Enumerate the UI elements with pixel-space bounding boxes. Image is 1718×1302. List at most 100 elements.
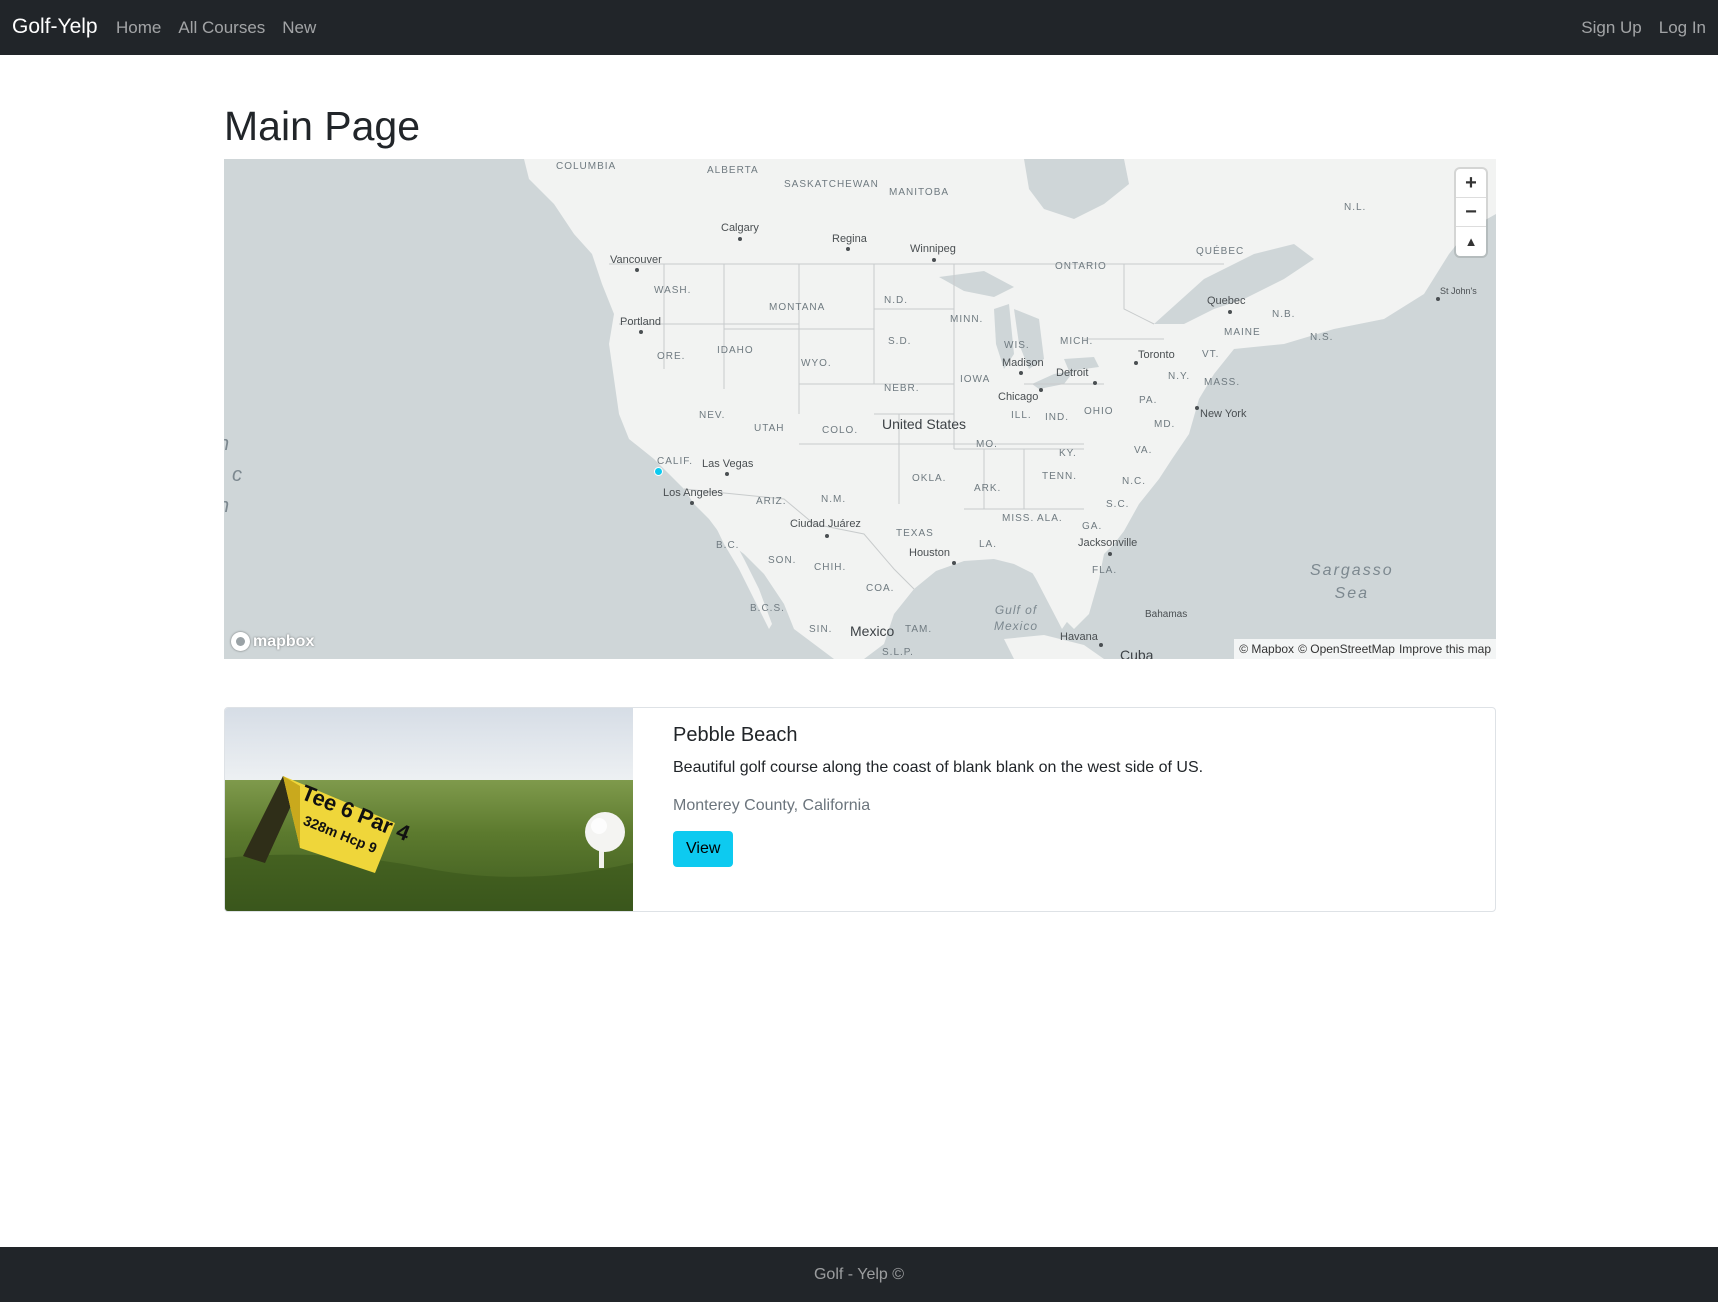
map-city-label: Las Vegas <box>702 458 754 470</box>
card-body: Pebble Beach Beautiful golf course along… <box>673 724 1475 867</box>
map-region-label: B.C. <box>716 540 740 551</box>
map-region-label: CALIF. <box>657 456 694 467</box>
map-region-label: ARK. <box>974 483 1002 494</box>
map-region-label: MISS. <box>1002 513 1035 524</box>
view-course-button[interactable]: View <box>673 831 734 867</box>
mapbox-logo[interactable]: mapbox <box>231 632 314 651</box>
map-attribution: © Mapbox © OpenStreetMap Improve this ma… <box>1234 639 1496 659</box>
course-location: Monterey County, California <box>673 797 871 814</box>
map-city-label: Los Angeles <box>663 487 723 499</box>
map-country-label: Mexico <box>850 623 895 639</box>
map-region-label: KY. <box>1059 448 1077 459</box>
map-region-label: N.M. <box>821 494 847 505</box>
city-dot <box>690 501 694 505</box>
map-region-label: MINN. <box>950 314 984 325</box>
course-image: Tee 6 Par 4 328m Hcp 9 <box>225 708 633 911</box>
map-water-label: Sargasso Sea <box>1310 562 1394 602</box>
attribution-osm-link[interactable]: © OpenStreetMap <box>1298 642 1395 656</box>
map-region-label: IOWA <box>960 374 991 385</box>
map-region-label: VT. <box>1202 349 1220 360</box>
map-region-label: MAINE <box>1224 327 1261 338</box>
map-region-label: S.D. <box>888 336 912 347</box>
map-region-label: NEBR. <box>884 383 920 394</box>
map-city-label: Chicago <box>998 391 1039 403</box>
map-region-label: ARIZ. <box>756 496 787 507</box>
map-region-label: PA. <box>1139 395 1158 406</box>
footer: Golf - Yelp © <box>0 1247 1718 1302</box>
map-city-label: New York <box>1200 408 1247 420</box>
map-city-label: Detroit <box>1056 367 1089 379</box>
map-water-label: h i c n <box>224 433 244 517</box>
map-controls: + − ▲ <box>1456 169 1486 256</box>
zoom-in-button[interactable]: + <box>1456 169 1486 198</box>
course-description: Beautiful golf course along the coast of… <box>673 759 1204 776</box>
city-dot <box>1134 361 1138 365</box>
map-region-label: WYO. <box>801 358 832 369</box>
map-region-label: COLO. <box>822 425 859 436</box>
map-region-label: N.L. <box>1344 202 1367 213</box>
map-region-label: B.C.S. <box>750 603 785 614</box>
map-region-label: SASKATCHEWAN <box>784 179 879 190</box>
map-region-label: N.Y. <box>1168 371 1191 382</box>
map-region-label: N.D. <box>884 295 908 306</box>
map-city-label: Houston <box>909 547 950 559</box>
cluster-map[interactable]: COLUMBIA ALBERTA SASKATCHEWAN MANITOBA O… <box>224 159 1496 659</box>
map-region-label: N.S. <box>1310 332 1334 343</box>
improve-map-link[interactable]: Improve this map <box>1399 642 1491 656</box>
nav-left: Home All Courses New <box>116 18 316 38</box>
map-region-label: CHIH. <box>814 562 847 573</box>
map-region-label: SON. <box>768 555 797 566</box>
map-city-label: Regina <box>832 233 867 245</box>
map-region-label: QUÉBEC <box>1196 246 1245 257</box>
city-dot <box>1228 310 1232 314</box>
city-dot <box>1093 381 1097 385</box>
map-region-label: TAM. <box>905 624 933 635</box>
map-region-label: COA. <box>866 583 895 594</box>
city-dot <box>738 237 742 241</box>
map-region-label: MANITOBA <box>889 187 950 198</box>
map-city-label: Havana <box>1060 631 1098 643</box>
course-title: Pebble Beach <box>673 724 798 746</box>
map-region-label: MICH. <box>1060 336 1094 347</box>
page-title: Main Page <box>224 103 421 149</box>
map-region-label: S.L.P. <box>882 647 914 658</box>
map-region-label: MD. <box>1154 419 1176 430</box>
map-region-label: OKLA. <box>912 473 947 484</box>
map-region-label: MO. <box>976 439 998 450</box>
city-dot <box>1436 297 1440 301</box>
map-city-label: St John's <box>1440 286 1477 296</box>
nav-home-link[interactable]: Home <box>116 18 161 38</box>
city-dot <box>952 561 956 565</box>
zoom-out-button[interactable]: − <box>1456 198 1486 227</box>
map-city-label: Jacksonville <box>1078 537 1138 549</box>
city-dot <box>1019 371 1023 375</box>
city-dot <box>635 268 639 272</box>
map-region-label: VA. <box>1134 445 1153 456</box>
map-region-label: LA. <box>979 539 998 550</box>
map-region-label: ORE. <box>657 351 686 362</box>
nav-right: Sign Up Log In <box>1581 18 1706 38</box>
course-card: Tee 6 Par 4 328m Hcp 9 Pebble Beach Beau… <box>224 707 1496 912</box>
map-city-label: Quebec <box>1207 295 1246 307</box>
map-region-label: MASS. <box>1204 377 1241 388</box>
city-dot <box>1039 388 1043 392</box>
map-region-label: ONTARIO <box>1055 261 1107 272</box>
map-region-label: WASH. <box>654 285 692 296</box>
nav-new-link[interactable]: New <box>282 18 316 38</box>
map-city-label: Winnipeg <box>910 243 956 255</box>
course-marker[interactable] <box>654 467 663 476</box>
attribution-mapbox-link[interactable]: © Mapbox <box>1239 642 1294 656</box>
brand-link[interactable]: Golf-Yelp <box>12 15 98 39</box>
map-city-label: Bahamas <box>1145 609 1188 620</box>
nav-all-courses-link[interactable]: All Courses <box>178 18 265 38</box>
map-region-label: N.B. <box>1272 309 1296 320</box>
nav-signup-link[interactable]: Sign Up <box>1581 18 1641 38</box>
city-dot <box>1108 552 1112 556</box>
navbar: Golf-Yelp Home All Courses New Sign Up L… <box>0 0 1718 55</box>
map-city-label: Ciudad Juárez <box>790 518 861 530</box>
map-region-label: GA. <box>1082 521 1103 532</box>
compass-button[interactable]: ▲ <box>1456 227 1486 256</box>
map-region-label: ILL. <box>1011 410 1032 421</box>
nav-login-link[interactable]: Log In <box>1659 18 1706 38</box>
map-city-label: Toronto <box>1138 349 1175 361</box>
